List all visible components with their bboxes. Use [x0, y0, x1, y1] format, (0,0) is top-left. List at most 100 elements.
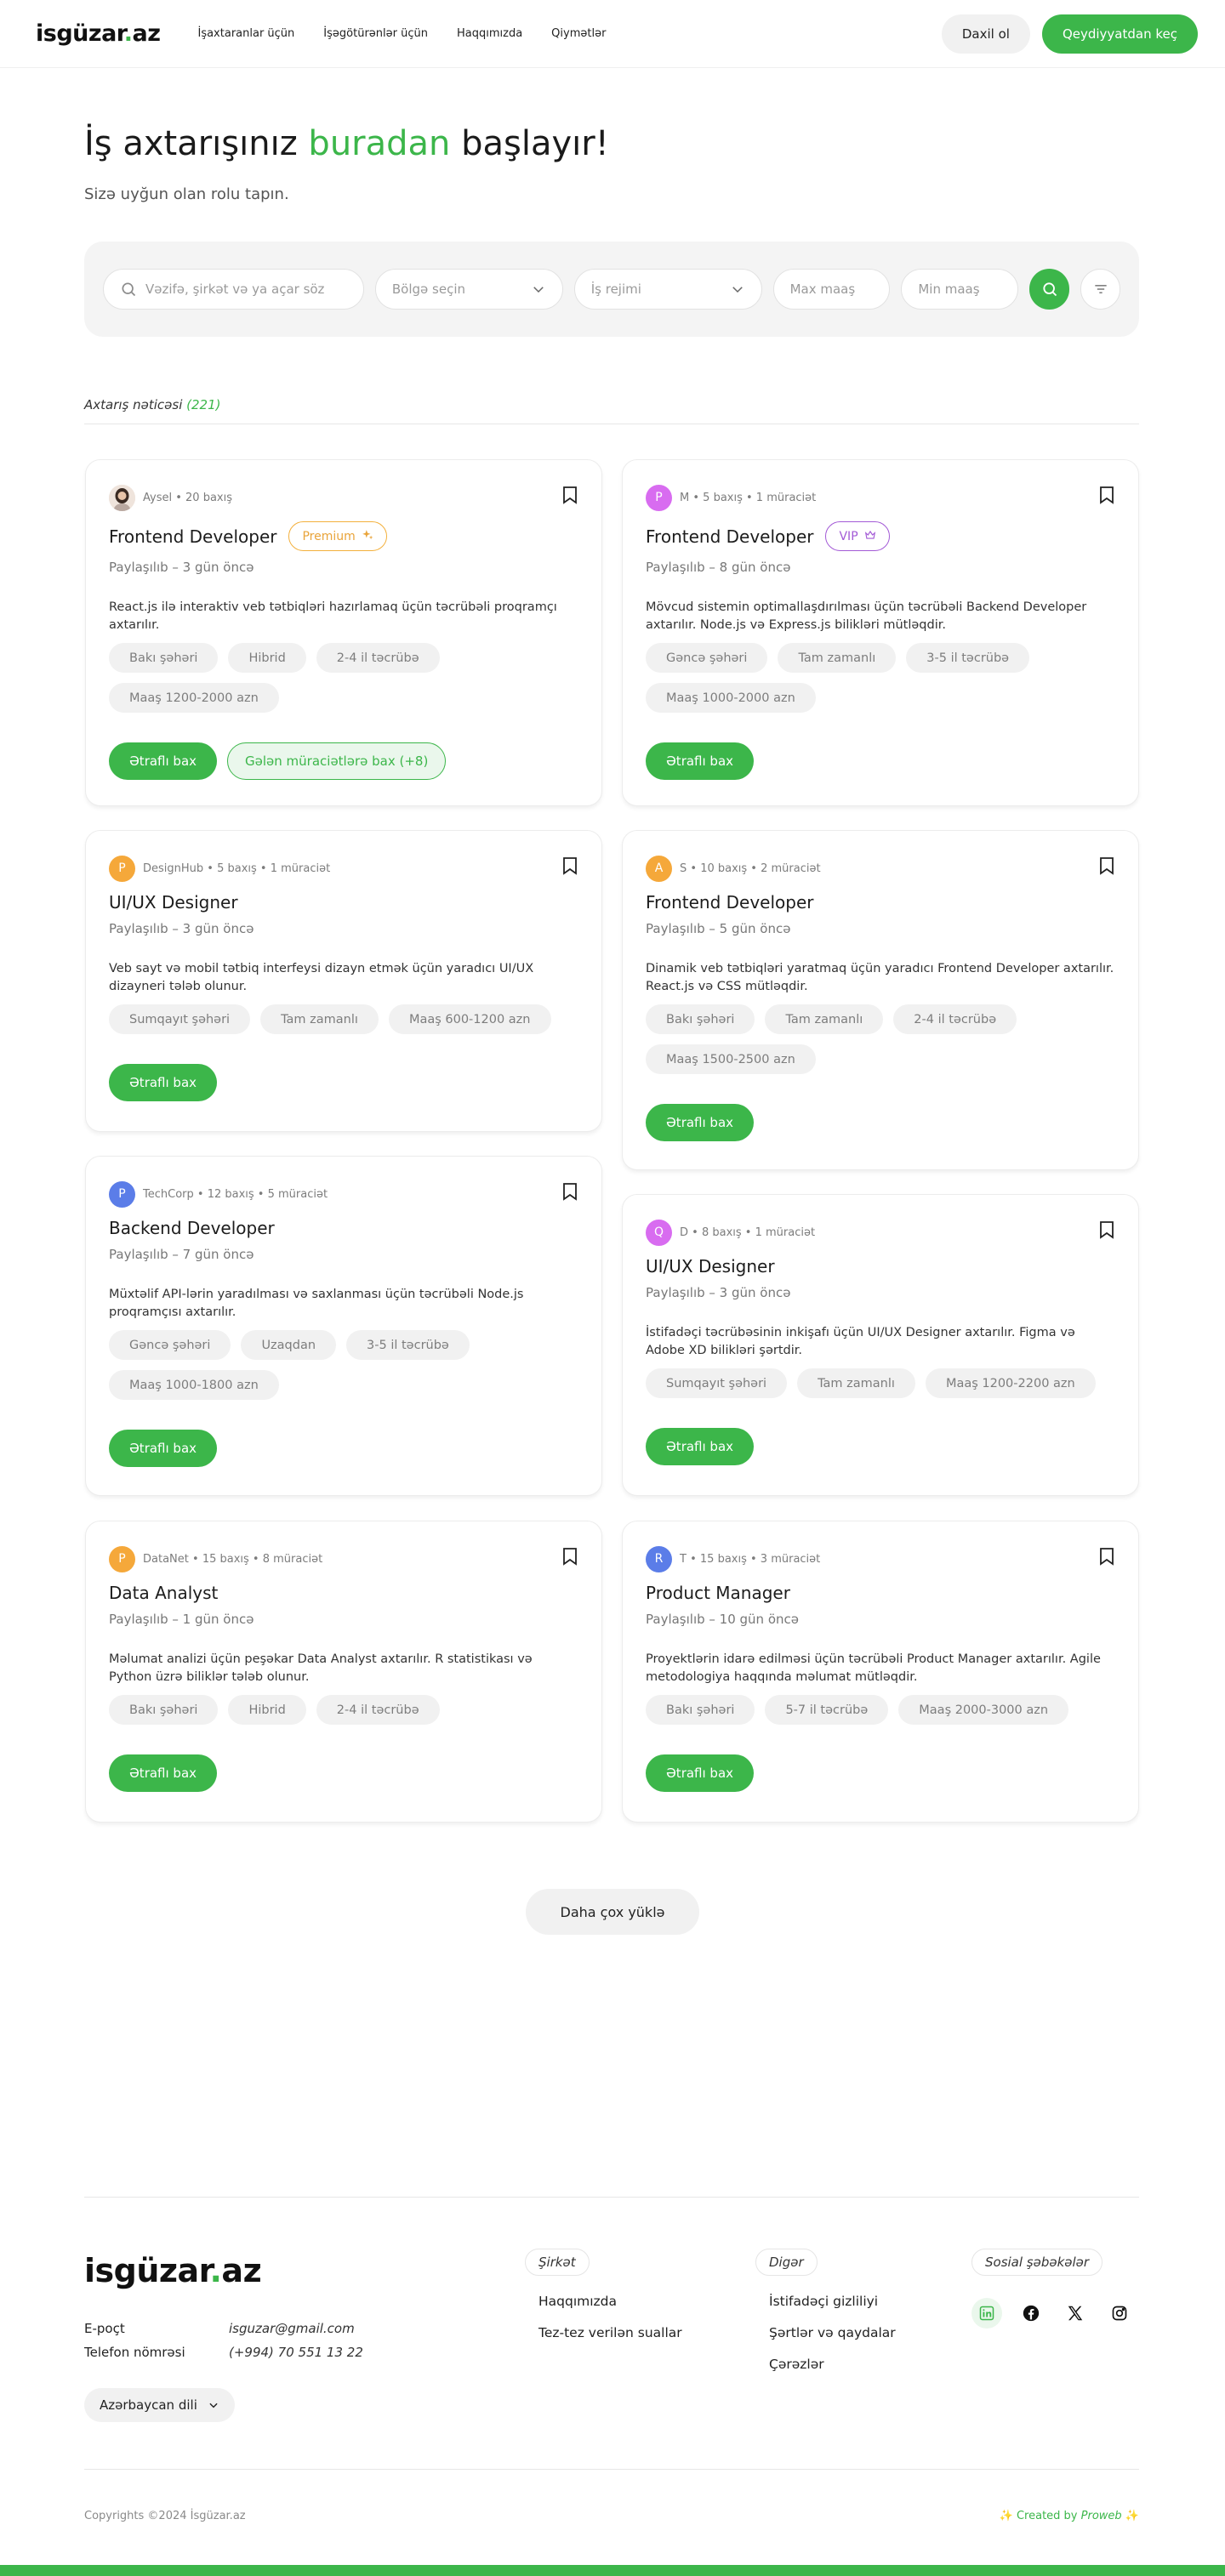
job-tag: Bakı şəhəri: [109, 1695, 219, 1725]
bookmark-icon[interactable]: [1099, 1547, 1114, 1566]
bookmark-icon[interactable]: [562, 1182, 578, 1201]
card-meta: P DataNet • 15 baxış • 8 müraciət: [109, 1545, 578, 1572]
language-select[interactable]: Azərbaycan dili: [84, 2388, 235, 2422]
view-applications-button[interactable]: Gələn müraciətlərə bax (+8): [227, 742, 447, 780]
card-stats: • 5 baxış • 1 müraciət: [692, 491, 817, 504]
bookmark-icon[interactable]: [562, 486, 578, 504]
card-meta: A S • 10 baxış • 2 müraciət: [646, 855, 1115, 882]
bookmark-icon[interactable]: [1099, 486, 1114, 504]
details-button[interactable]: Ətraflı bax: [109, 742, 218, 780]
card-actions: Ətraflı bax: [109, 1430, 578, 1467]
card-actions: Ətraflı bax: [646, 1754, 1115, 1792]
details-button[interactable]: Ətraflı bax: [646, 1104, 755, 1141]
company-name: T: [680, 1552, 687, 1566]
card-meta: P TechCorp • 12 baxış • 5 müraciət: [109, 1180, 578, 1208]
job-title[interactable]: Frontend Developer: [109, 526, 276, 547]
job-tag: 2-4 il təcrübə: [316, 643, 440, 673]
details-button[interactable]: Ətraflı bax: [109, 1430, 218, 1467]
card-title-row: Frontend Developer VIP: [646, 521, 1115, 551]
card-actions: Ətraflı bax Gələn müraciətlərə bax (+8): [109, 742, 578, 780]
bookmark-icon[interactable]: [562, 856, 578, 875]
header-actions: Daxil ol Qeydiyyatdan keç: [941, 14, 1198, 54]
email-value[interactable]: isguzar@gmail.com: [229, 2321, 355, 2336]
nav-item-pricing[interactable]: Qiymətlər: [551, 27, 606, 40]
job-description: Məlumat analizi üçün peşəkar Data Analys…: [109, 1652, 533, 1684]
search-button[interactable]: [1029, 269, 1070, 310]
posted-date: Paylaşılıb – 10 gün öncə: [646, 1612, 799, 1627]
posted-date: Paylaşılıb – 3 gün öncə: [109, 921, 254, 936]
linkedin-icon[interactable]: [971, 2298, 1002, 2329]
nav-item-job-seekers[interactable]: İşaxtaranlar üçün: [197, 27, 294, 40]
posted-date: Paylaşılıb – 1 gün öncə: [109, 1612, 254, 1627]
search-input[interactable]: Vəzifə, şirkət və ya açar söz: [103, 269, 364, 310]
company-name: Aysel: [143, 491, 173, 504]
card-actions: Ətraflı bax: [109, 1754, 578, 1792]
card-stats: • 15 baxış • 8 müraciət: [192, 1552, 323, 1566]
divider: [84, 2469, 1139, 2470]
card-stats: • 5 baxış • 1 müraciət: [207, 862, 331, 875]
card-stats: • 10 baxış • 2 müraciət: [690, 862, 821, 875]
details-button[interactable]: Ətraflı bax: [646, 1428, 755, 1465]
job-tags: Sumqayıt şəhəri Tam zamanlı Maaş 1200-2200…: [646, 1368, 1122, 1398]
job-tag: Tam zamanlı: [260, 1004, 379, 1034]
job-title[interactable]: UI/UX Designer: [109, 892, 238, 913]
job-card: P M • 5 baxış • 1 müraciət Frontend Deve…: [622, 459, 1139, 806]
chevron-down-icon: [209, 2403, 218, 2408]
load-more-button[interactable]: Daha çox yüklə: [526, 1889, 699, 1935]
card-actions: Ətraflı bax: [646, 1104, 1115, 1141]
footer-link-privacy[interactable]: İstifadəçi gizliliyi: [769, 2286, 896, 2317]
min-salary-input[interactable]: Min maaş: [901, 269, 1019, 310]
footer-social-heading: Sosial şəbəkələr: [971, 2249, 1103, 2276]
bottom-accent-bar: [0, 2565, 1225, 2576]
job-tag: Tam zamanlı: [765, 1004, 884, 1034]
details-button[interactable]: Ətraflı bax: [646, 742, 755, 780]
facebook-icon[interactable]: [1016, 2298, 1046, 2329]
phone-value[interactable]: (+994) 70 551 13 22: [229, 2345, 363, 2360]
job-title[interactable]: Backend Developer: [109, 1218, 275, 1238]
region-select[interactable]: Bölgə seçin: [374, 269, 563, 310]
job-card: Aysel • 20 baxış Frontend Developer Prem…: [85, 459, 602, 806]
footer-link-cookies[interactable]: Çərəzlər: [769, 2349, 896, 2380]
nav-item-about[interactable]: Haqqımızda: [457, 27, 522, 40]
card-title-row: Frontend Developer Premium: [109, 521, 578, 551]
max-salary-input[interactable]: Max maaş: [772, 269, 891, 310]
job-title[interactable]: Product Manager: [646, 1583, 790, 1603]
footer-link-about[interactable]: Haqqımızda: [538, 2286, 682, 2317]
job-title[interactable]: Data Analyst: [109, 1583, 218, 1603]
job-description: Müxtəlif API-lərin yaradılması və saxlan…: [109, 1288, 524, 1319]
bookmark-icon[interactable]: [562, 1547, 578, 1566]
job-tags: Gəncə şəhəri Uzaqdan 3-5 il təcrübə Maaş 10…: [109, 1330, 585, 1400]
footer-link-terms[interactable]: Şərtlər və qaydalar: [769, 2317, 896, 2349]
main-nav: İşaxtaranlar üçün İşəgötürənlər üçün Haq…: [197, 27, 606, 40]
created-by[interactable]: ✨ Created by Proweb ✨: [1000, 2510, 1139, 2522]
company-name: DesignHub: [143, 862, 204, 875]
job-tag: Tam zamanlı: [778, 643, 897, 673]
bookmark-icon[interactable]: [1099, 1220, 1114, 1239]
job-tag: 3-5 il təcrübə: [906, 643, 1030, 673]
job-description: Dinamik veb tətbiqləri yaratmaq üçün yar…: [646, 962, 1114, 993]
instagram-icon[interactable]: [1104, 2298, 1135, 2329]
job-card: P DesignHub • 5 baxış • 1 müraciət UI/UX…: [85, 830, 602, 1132]
posted-date: Paylaşılıb – 5 gün öncə: [646, 921, 791, 936]
register-button[interactable]: Qeydiyyatdan keç: [1041, 14, 1198, 54]
sparkle-icon: [362, 529, 373, 544]
footer-link-faq[interactable]: Tez-tez verilən suallar: [538, 2317, 682, 2349]
nav-item-employers[interactable]: İşəgötürənlər üçün: [323, 27, 428, 40]
card-title-row: UI/UX Designer: [109, 892, 578, 913]
login-button[interactable]: Daxil ol: [941, 14, 1030, 54]
filter-button[interactable]: [1080, 269, 1121, 310]
card-title-row: Frontend Developer: [646, 892, 1115, 913]
job-title[interactable]: Frontend Developer: [646, 526, 813, 547]
bookmark-icon[interactable]: [1099, 856, 1114, 875]
details-button[interactable]: Ətraflı bax: [109, 1754, 218, 1792]
work-mode-select[interactable]: İş rejimi: [573, 269, 762, 310]
card-actions: Ətraflı bax: [646, 1428, 1115, 1465]
footer-logo[interactable]: isgüzar.az: [84, 2252, 262, 2289]
x-icon[interactable]: [1060, 2298, 1091, 2329]
details-button[interactable]: Ətraflı bax: [646, 1754, 755, 1792]
footer-company-column: Şirkət Haqqımızda Tez-tez verilən sualla…: [525, 2249, 682, 2349]
job-title[interactable]: Frontend Developer: [646, 892, 813, 913]
details-button[interactable]: Ətraflı bax: [109, 1064, 218, 1101]
job-title[interactable]: UI/UX Designer: [646, 1256, 775, 1277]
logo[interactable]: isgüzar.az: [36, 20, 161, 47]
